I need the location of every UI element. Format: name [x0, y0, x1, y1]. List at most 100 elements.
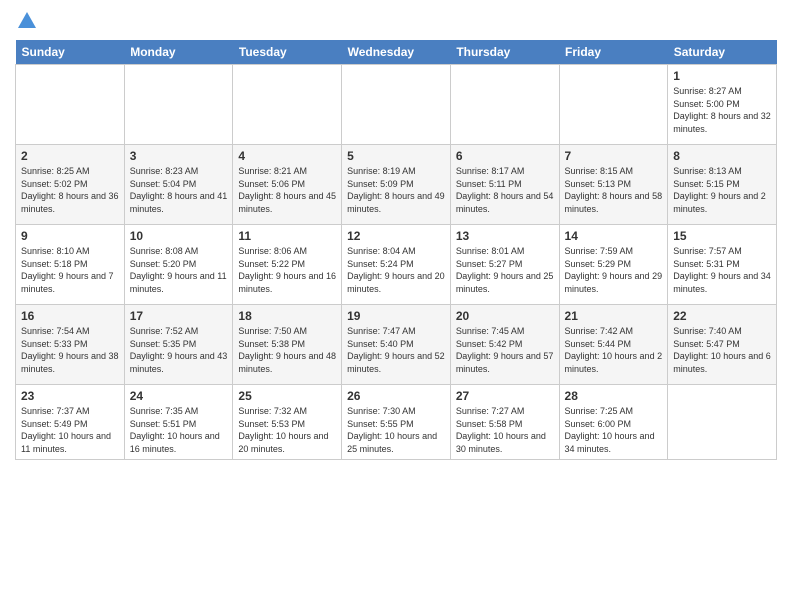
day-info: Sunrise: 7:35 AM Sunset: 5:51 PM Dayligh… [130, 405, 228, 455]
calendar-cell [233, 65, 342, 145]
day-info: Sunrise: 8:08 AM Sunset: 5:20 PM Dayligh… [130, 245, 228, 295]
day-number: 8 [673, 149, 771, 163]
day-info: Sunrise: 7:57 AM Sunset: 5:31 PM Dayligh… [673, 245, 771, 295]
day-info: Sunrise: 7:45 AM Sunset: 5:42 PM Dayligh… [456, 325, 554, 375]
day-info: Sunrise: 7:59 AM Sunset: 5:29 PM Dayligh… [565, 245, 663, 295]
day-header-wednesday: Wednesday [342, 40, 451, 65]
day-info: Sunrise: 7:40 AM Sunset: 5:47 PM Dayligh… [673, 325, 771, 375]
calendar-cell: 18 Sunrise: 7:50 AM Sunset: 5:38 PM Dayli… [233, 305, 342, 385]
day-number: 26 [347, 389, 445, 403]
day-number: 16 [21, 309, 119, 323]
calendar-cell: 15 Sunrise: 7:57 AM Sunset: 5:31 PM Dayli… [668, 225, 777, 305]
calendar-cell: 19 Sunrise: 7:47 AM Sunset: 5:40 PM Dayli… [342, 305, 451, 385]
day-number: 19 [347, 309, 445, 323]
header [15, 10, 777, 32]
day-number: 11 [238, 229, 336, 243]
day-number: 23 [21, 389, 119, 403]
day-info: Sunrise: 7:47 AM Sunset: 5:40 PM Dayligh… [347, 325, 445, 375]
day-info: Sunrise: 7:27 AM Sunset: 5:58 PM Dayligh… [456, 405, 554, 455]
calendar-cell: 2 Sunrise: 8:25 AM Sunset: 5:02 PM Daylig… [16, 145, 125, 225]
calendar-cell: 16 Sunrise: 7:54 AM Sunset: 5:33 PM Dayli… [16, 305, 125, 385]
calendar-cell: 13 Sunrise: 8:01 AM Sunset: 5:27 PM Dayli… [450, 225, 559, 305]
day-info: Sunrise: 7:42 AM Sunset: 5:44 PM Dayligh… [565, 325, 663, 375]
day-number: 12 [347, 229, 445, 243]
day-info: Sunrise: 8:21 AM Sunset: 5:06 PM Dayligh… [238, 165, 336, 215]
calendar-cell [16, 65, 125, 145]
logo [15, 10, 38, 32]
calendar-cell: 14 Sunrise: 7:59 AM Sunset: 5:29 PM Dayli… [559, 225, 668, 305]
calendar-cell: 6Sunrise: 8:17 AM Sunset: 5:11 PM Daylig… [450, 145, 559, 225]
calendar-cell [124, 65, 233, 145]
day-header-friday: Friday [559, 40, 668, 65]
day-number: 1 [673, 69, 771, 83]
calendar-cell: 12 Sunrise: 8:04 AM Sunset: 5:24 PM Dayli… [342, 225, 451, 305]
day-number: 25 [238, 389, 336, 403]
calendar-cell: 20Sunrise: 7:45 AM Sunset: 5:42 PM Dayli… [450, 305, 559, 385]
calendar-cell: 21 Sunrise: 7:42 AM Sunset: 5:44 PM Dayli… [559, 305, 668, 385]
calendar-cell: 27Sunrise: 7:27 AM Sunset: 5:58 PM Dayli… [450, 385, 559, 460]
day-number: 15 [673, 229, 771, 243]
calendar-cell: 3Sunrise: 8:23 AM Sunset: 5:04 PM Daylig… [124, 145, 233, 225]
calendar-cell [450, 65, 559, 145]
day-info: Sunrise: 8:19 AM Sunset: 5:09 PM Dayligh… [347, 165, 445, 215]
day-info: Sunrise: 8:10 AM Sunset: 5:18 PM Dayligh… [21, 245, 119, 295]
day-number: 22 [673, 309, 771, 323]
day-info: Sunrise: 7:32 AM Sunset: 5:53 PM Dayligh… [238, 405, 336, 455]
day-number: 4 [238, 149, 336, 163]
calendar-table: SundayMondayTuesdayWednesdayThursdayFrid… [15, 40, 777, 460]
day-header-tuesday: Tuesday [233, 40, 342, 65]
day-info: Sunrise: 8:06 AM Sunset: 5:22 PM Dayligh… [238, 245, 336, 295]
calendar-cell: 17 Sunrise: 7:52 AM Sunset: 5:35 PM Dayli… [124, 305, 233, 385]
day-info: Sunrise: 7:30 AM Sunset: 5:55 PM Dayligh… [347, 405, 445, 455]
calendar-cell: 10 Sunrise: 8:08 AM Sunset: 5:20 PM Dayli… [124, 225, 233, 305]
calendar-cell [668, 385, 777, 460]
day-number: 28 [565, 389, 663, 403]
calendar-week-row: 1 Sunrise: 8:27 AM Sunset: 5:00 PM Daylig… [16, 65, 777, 145]
day-header-monday: Monday [124, 40, 233, 65]
calendar-week-row: 2 Sunrise: 8:25 AM Sunset: 5:02 PM Daylig… [16, 145, 777, 225]
day-number: 9 [21, 229, 119, 243]
day-number: 6 [456, 149, 554, 163]
day-number: 2 [21, 149, 119, 163]
calendar-cell: 24Sunrise: 7:35 AM Sunset: 5:51 PM Dayli… [124, 385, 233, 460]
day-header-sunday: Sunday [16, 40, 125, 65]
day-info: Sunrise: 7:54 AM Sunset: 5:33 PM Dayligh… [21, 325, 119, 375]
logo-icon [16, 10, 38, 32]
day-number: 13 [456, 229, 554, 243]
calendar-cell: 25 Sunrise: 7:32 AM Sunset: 5:53 PM Dayli… [233, 385, 342, 460]
calendar-week-row: 23Sunrise: 7:37 AM Sunset: 5:49 PM Dayli… [16, 385, 777, 460]
day-info: Sunrise: 8:25 AM Sunset: 5:02 PM Dayligh… [21, 165, 119, 215]
calendar-cell: 8 Sunrise: 8:13 AM Sunset: 5:15 PM Daylig… [668, 145, 777, 225]
calendar-cell [559, 65, 668, 145]
day-info: Sunrise: 7:52 AM Sunset: 5:35 PM Dayligh… [130, 325, 228, 375]
calendar-cell: 5 Sunrise: 8:19 AM Sunset: 5:09 PM Daylig… [342, 145, 451, 225]
day-info: Sunrise: 7:25 AM Sunset: 6:00 PM Dayligh… [565, 405, 663, 455]
day-number: 10 [130, 229, 228, 243]
calendar-cell: 11 Sunrise: 8:06 AM Sunset: 5:22 PM Dayli… [233, 225, 342, 305]
day-number: 18 [238, 309, 336, 323]
calendar-cell: 4 Sunrise: 8:21 AM Sunset: 5:06 PM Daylig… [233, 145, 342, 225]
calendar-cell: 1 Sunrise: 8:27 AM Sunset: 5:00 PM Daylig… [668, 65, 777, 145]
day-info: Sunrise: 8:01 AM Sunset: 5:27 PM Dayligh… [456, 245, 554, 295]
day-number: 14 [565, 229, 663, 243]
day-header-thursday: Thursday [450, 40, 559, 65]
day-info: Sunrise: 8:15 AM Sunset: 5:13 PM Dayligh… [565, 165, 663, 215]
page-container: SundayMondayTuesdayWednesdayThursdayFrid… [0, 0, 792, 470]
calendar-cell: 28 Sunrise: 7:25 AM Sunset: 6:00 PM Dayli… [559, 385, 668, 460]
day-info: Sunrise: 8:13 AM Sunset: 5:15 PM Dayligh… [673, 165, 771, 215]
day-number: 3 [130, 149, 228, 163]
day-number: 17 [130, 309, 228, 323]
day-info: Sunrise: 8:27 AM Sunset: 5:00 PM Dayligh… [673, 85, 771, 135]
day-number: 21 [565, 309, 663, 323]
calendar-week-row: 9 Sunrise: 8:10 AM Sunset: 5:18 PM Daylig… [16, 225, 777, 305]
day-header-saturday: Saturday [668, 40, 777, 65]
calendar-header-row: SundayMondayTuesdayWednesdayThursdayFrid… [16, 40, 777, 65]
calendar-week-row: 16 Sunrise: 7:54 AM Sunset: 5:33 PM Dayli… [16, 305, 777, 385]
calendar-cell: 26 Sunrise: 7:30 AM Sunset: 5:55 PM Dayli… [342, 385, 451, 460]
day-info: Sunrise: 8:04 AM Sunset: 5:24 PM Dayligh… [347, 245, 445, 295]
day-number: 7 [565, 149, 663, 163]
calendar-cell: 7 Sunrise: 8:15 AM Sunset: 5:13 PM Daylig… [559, 145, 668, 225]
day-info: Sunrise: 7:50 AM Sunset: 5:38 PM Dayligh… [238, 325, 336, 375]
day-number: 5 [347, 149, 445, 163]
calendar-cell: 22 Sunrise: 7:40 AM Sunset: 5:47 PM Dayli… [668, 305, 777, 385]
